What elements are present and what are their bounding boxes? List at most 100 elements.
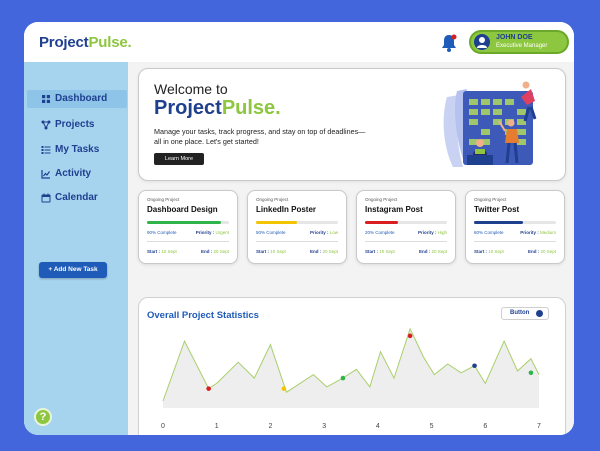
top-bar: ProjectPulse. JOHN DOE Executive Manager: [24, 22, 574, 62]
sidebar-item-label: Activity: [55, 168, 92, 179]
project-title: Dashboard Design: [147, 205, 218, 214]
statistics-button[interactable]: Button: [501, 307, 549, 320]
avatar: [474, 34, 490, 50]
chart-area: [163, 328, 539, 408]
project-title: LinkedIn Poster: [256, 205, 317, 214]
arrow-icon: [536, 310, 543, 317]
projects-icon: [41, 120, 51, 130]
dashboard-icon: [42, 95, 50, 103]
sidebar: Dashboard Projects My Tasks Activity Cal…: [24, 62, 128, 435]
sidebar-item-activity[interactable]: Activity: [27, 165, 127, 183]
priority-value: Medium: [539, 230, 556, 235]
user-profile-button[interactable]: JOHN DOE Executive Manager: [469, 30, 569, 54]
user-icon: [477, 37, 487, 48]
brand-part1: Project: [154, 97, 222, 119]
app-logo[interactable]: ProjectPulse.: [39, 34, 132, 51]
chart-marker-0: [206, 386, 211, 391]
welcome-greeting: Welcome to: [154, 81, 228, 97]
progress-percent: 50% Complete: [256, 230, 286, 235]
project-card-instagram-post[interactable]: Ongoing Project Instagram Post 20% Compl…: [356, 190, 456, 264]
divider: [474, 241, 556, 242]
priority-value: Low: [329, 230, 338, 235]
progress-fill: [256, 221, 297, 224]
project-tag: Ongoing Project: [147, 197, 180, 202]
progress-percent: 90% Complete: [147, 230, 177, 235]
help-icon[interactable]: ?: [34, 408, 52, 426]
add-new-task-button[interactable]: + Add New Task: [39, 262, 107, 278]
logo-part1: Project: [39, 34, 89, 51]
chart-marker-2: [340, 375, 346, 381]
sidebar-item-label: My Tasks: [55, 144, 100, 155]
progress-percent: 60% Complete: [474, 230, 504, 235]
priority: Priority : Low: [309, 230, 338, 235]
project-card-twitter-post[interactable]: Ongoing Project Twitter Post 60% Complet…: [465, 190, 565, 264]
brand-part2: Pulse.: [221, 97, 281, 119]
progress-fill: [365, 221, 398, 224]
project-title: Twitter Post: [474, 205, 520, 214]
tasks-icon: [41, 146, 51, 154]
progress-bar: [256, 221, 338, 224]
start-date: Start : 10 Sept: [256, 249, 286, 254]
project-title: Instagram Post: [365, 205, 423, 214]
x-tick-label: 6: [483, 423, 487, 430]
progress-bar: [474, 221, 556, 224]
project-tag: Ongoing Project: [365, 197, 398, 202]
welcome-brand: ProjectPulse.: [154, 97, 281, 120]
project-card-dashboard-design[interactable]: Ongoing Project Dashboard Design 90% Com…: [138, 190, 238, 264]
chart-marker-1: [281, 386, 287, 391]
end-date: End : 20 Sept: [527, 249, 556, 254]
logo-part2: Pulse.: [88, 34, 132, 51]
start-date: Start : 10 Sept: [365, 249, 395, 254]
user-role: Executive Manager: [496, 43, 548, 49]
task-board-illustration: [443, 81, 537, 167]
chart-marker-5: [528, 370, 534, 376]
end-date: End : 20 Sept: [309, 249, 338, 254]
sidebar-item-label: Calendar: [55, 192, 98, 203]
priority: Priority : Urgent: [195, 230, 229, 235]
progress-bar: [365, 221, 447, 224]
x-tick-label: 5: [430, 423, 434, 430]
progress-fill: [147, 221, 221, 224]
project-tag: Ongoing Project: [256, 197, 289, 202]
activity-icon: [41, 170, 50, 179]
priority-value: Urgent: [215, 230, 229, 235]
welcome-banner: Welcome to ProjectPulse. Manage your tas…: [138, 68, 566, 181]
welcome-description: Manage your tasks, track progress, and s…: [154, 127, 366, 146]
app-window: ProjectPulse. JOHN DOE Executive Manager: [24, 22, 574, 435]
divider: [365, 241, 447, 242]
sidebar-item-label: Projects: [55, 119, 95, 130]
project-card-linkedin-poster[interactable]: Ongoing Project LinkedIn Poster 50% Comp…: [247, 190, 347, 264]
x-tick-label: 0: [161, 423, 165, 430]
priority: Priority : High: [417, 230, 447, 235]
end-date: End : 20 Sept: [418, 249, 447, 254]
chart-marker-3: [407, 333, 413, 339]
project-statistics-panel: 0 1 2 3 4 5 6 7 Overall Project Statistics Butt…: [138, 297, 566, 435]
x-tick-label: 1: [215, 423, 219, 430]
sidebar-item-calendar[interactable]: Calendar: [27, 189, 127, 207]
end-date: End : 20 Sept: [200, 249, 229, 254]
divider: [147, 241, 229, 242]
progress-percent: 20% Complete: [365, 230, 395, 235]
start-date: Start : 10 Sept: [474, 249, 504, 254]
progress-bar: [147, 221, 229, 224]
sidebar-item-projects[interactable]: Projects: [27, 116, 127, 134]
progress-fill: [474, 221, 524, 224]
sidebar-item-dashboard[interactable]: Dashboard: [27, 90, 127, 108]
calendar-icon: [41, 193, 51, 203]
x-tick-label: 4: [376, 423, 380, 430]
x-tick-label: 3: [322, 423, 326, 430]
divider: [256, 241, 338, 242]
priority-value: High: [437, 230, 447, 235]
x-tick-label: 2: [268, 423, 272, 430]
main-content: Welcome to ProjectPulse. Manage your tas…: [128, 62, 574, 435]
sidebar-item-label: Dashboard: [55, 93, 108, 104]
start-date: Start : 10 Sept: [147, 249, 177, 254]
sidebar-item-my-tasks[interactable]: My Tasks: [27, 141, 127, 159]
learn-more-button[interactable]: Learn More: [154, 153, 204, 165]
project-tag: Ongoing Project: [474, 197, 507, 202]
user-name: JOHN DOE: [496, 34, 533, 41]
statistics-title: Overall Project Statistics: [147, 310, 259, 321]
bell-icon[interactable]: [440, 33, 458, 53]
statistics-button-label: Button: [510, 310, 530, 316]
priority: Priority : Medium: [520, 230, 556, 235]
